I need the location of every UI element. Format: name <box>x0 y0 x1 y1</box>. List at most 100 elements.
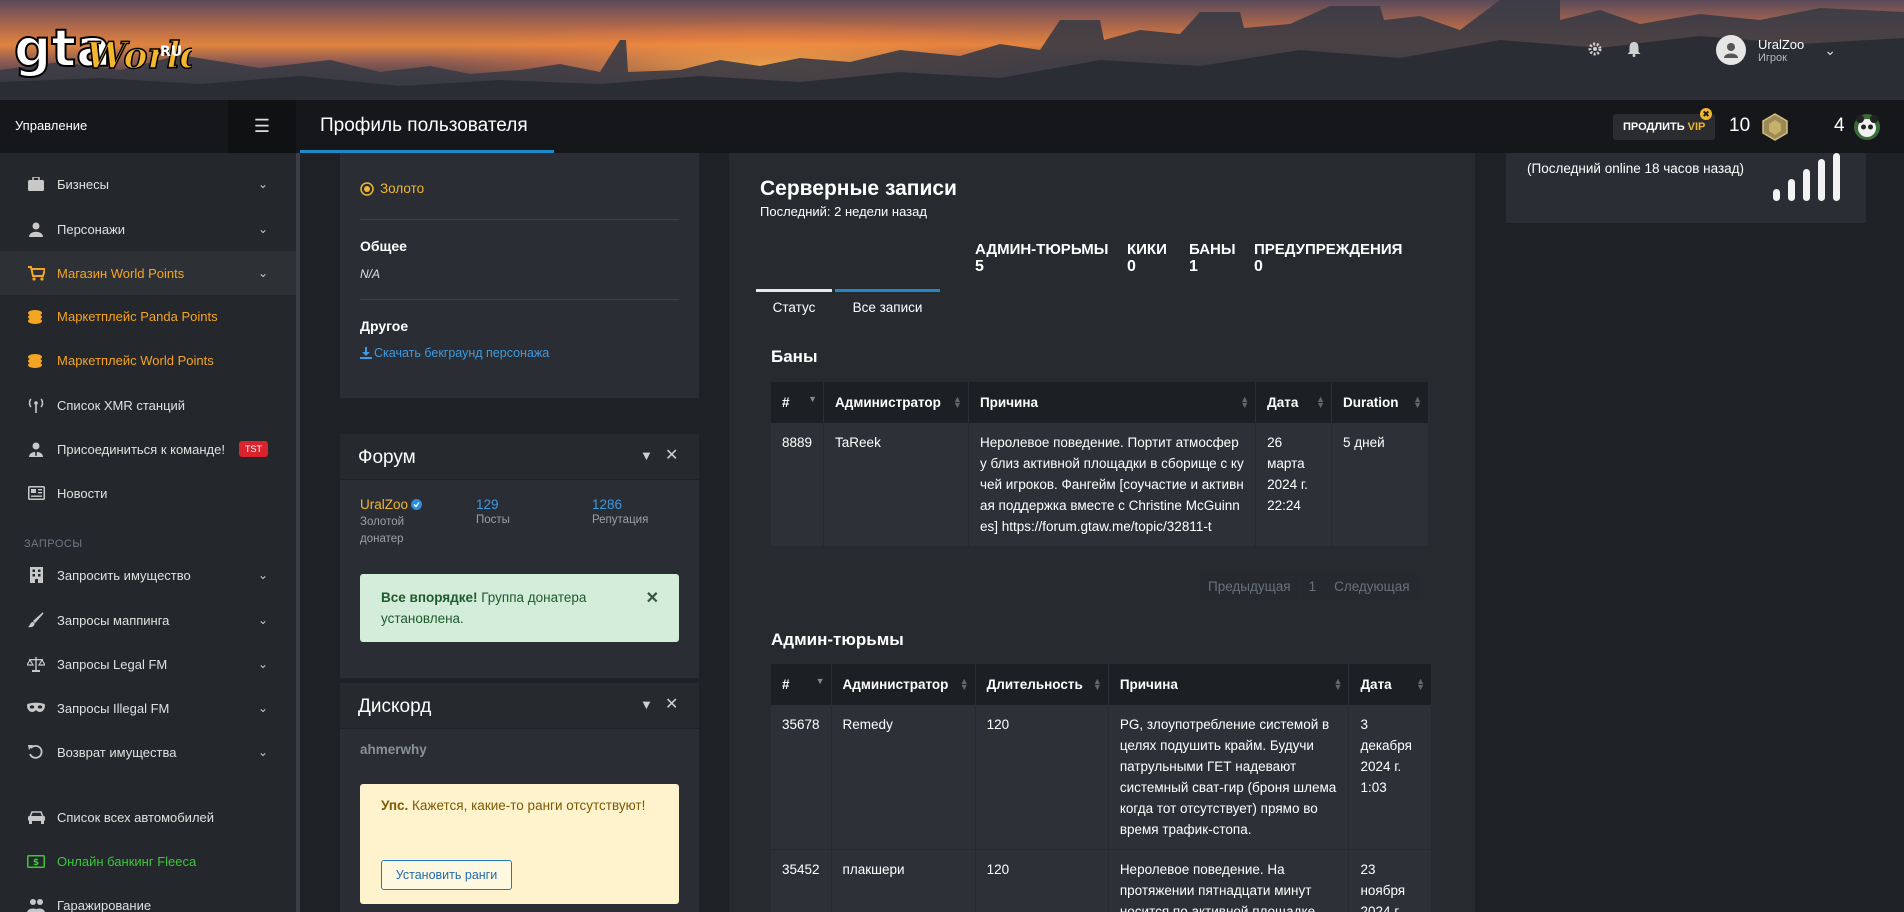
column-header[interactable]: Администратор ▲ ▼ <box>823 382 969 423</box>
chevron-down-icon: ⌄ <box>258 568 269 582</box>
column-header[interactable]: Дата ▲ ▼ <box>1255 382 1333 423</box>
column-header[interactable]: # ▼ <box>771 664 832 705</box>
forum-panel: Форум ▼ ✕ UralZoo Золотой донатер 129 По… <box>340 434 699 678</box>
sidebar-item-label: Присоединиться к команде! <box>57 441 225 457</box>
divider <box>360 219 679 220</box>
sort-icon: ▲ ▼ <box>1333 676 1343 692</box>
user-menu[interactable]: UralZoo Игрок ⌄ <box>1716 30 1836 70</box>
set-ranks-button[interactable]: Установить ранги <box>381 860 512 890</box>
money-icon: $ <box>24 854 48 868</box>
gear-icon[interactable] <box>1584 38 1606 60</box>
sidebar-item-join-team[interactable]: Присоединиться к команде! TST <box>0 427 296 471</box>
count-value: 0 <box>1127 258 1136 275</box>
sidebar-item-characters[interactable]: Персонажи ⌄ <box>0 207 296 251</box>
scale-icon <box>24 656 48 672</box>
sort-icon: ▲ ▼ <box>1316 394 1326 410</box>
column-header[interactable]: Duration ▲ ▼ <box>1331 382 1429 423</box>
rank-medal-icon <box>1762 113 1788 141</box>
table-cell: PG, злоупотребление системой в целях под… <box>1108 705 1350 850</box>
svg-text:RU: RU <box>160 44 182 60</box>
building-icon <box>24 567 48 583</box>
sidebar-item-fleeca-banking[interactable]: $ Онлайн банкинг Fleeca <box>0 839 296 883</box>
sidebar-item-businesses[interactable]: Бизнесы ⌄ <box>0 162 296 206</box>
user-role: Игрок <box>1758 51 1787 64</box>
sidebar-item-legal-fm[interactable]: Запросы Legal FM ⌄ <box>0 642 296 686</box>
success-alert: Все впорядке! Группа донатера установлен… <box>360 574 679 642</box>
close-icon[interactable]: ✕ <box>665 694 678 714</box>
extend-vip-button[interactable]: ПРОДЛИТЬ VIP <box>1613 114 1716 140</box>
sidebar-item-panda-marketplace[interactable]: Маркетплейс Panda Points <box>0 294 296 338</box>
next-page-button[interactable]: Следующая <box>1326 573 1418 600</box>
forum-rep-value: 1286 <box>592 497 623 512</box>
column-header[interactable]: Причина ▲ ▼ <box>1108 664 1350 705</box>
undo-icon <box>24 744 48 760</box>
hamburger-menu-icon[interactable]: ☰ <box>228 100 296 153</box>
user-name: UralZoo <box>1758 36 1805 52</box>
coins-icon <box>24 353 48 368</box>
table-cell: 23 ноября 2024 г. <box>1348 849 1432 912</box>
download-icon <box>360 347 372 359</box>
user-icon <box>24 222 48 237</box>
sidebar-item-illegal-fm[interactable]: Запросы Illegal FM ⌄ <box>0 686 296 730</box>
table-row: 35452 плакшери 120 Неролевое поведение. … <box>771 849 1432 912</box>
count-label: ПРЕДУПРЕЖДЕНИЯ <box>1254 241 1403 258</box>
table-header-row: # ▼ Администратор ▲ ▼ Длительность ▲ ▼ Причин… <box>771 664 1432 705</box>
gta-world-logo[interactable]: gta World RU <box>12 16 192 82</box>
collapse-caret-icon[interactable]: ▼ <box>640 448 653 463</box>
close-icon[interactable]: ✕ <box>665 445 678 465</box>
tst-badge: TST <box>238 441 268 457</box>
sidebar-item-mapping-requests[interactable]: Запросы маппинга ⌄ <box>0 598 296 642</box>
table-cell: 26 марта 2024 г. 22:24 <box>1255 423 1333 547</box>
column-header[interactable]: Длительность ▲ ▼ <box>975 664 1109 705</box>
sidebar-item-all-vehicles[interactable]: Список всех автомобилей <box>0 795 296 839</box>
sidebar-item-label: Запросить имущество <box>57 567 191 583</box>
previous-page-button[interactable]: Предыдущая <box>1200 573 1299 600</box>
sort-icon: ▲ ▼ <box>1413 394 1422 410</box>
sidebar-item-label: Гаражирование <box>57 897 152 912</box>
forum-user-block: UralZoo Золотой донатер <box>360 497 450 548</box>
sidebar-scrollbar[interactable] <box>296 153 300 912</box>
sidebar-item-world-marketplace[interactable]: Маркетплейс World Points <box>0 338 296 382</box>
table-cell: 35678 <box>771 705 832 850</box>
briefcase-icon <box>24 177 48 191</box>
forum-posts: 129 Посты <box>476 497 510 526</box>
sidebar-item-xmr-stations[interactable]: Список XMR станций <box>0 383 296 427</box>
forum-username[interactable]: UralZoo <box>360 497 408 512</box>
panda-icon <box>1854 114 1880 140</box>
column-header[interactable]: Дата ▲ ▼ <box>1348 664 1432 705</box>
other-label: Другое <box>360 318 409 334</box>
tab-all-records[interactable]: Все записи <box>835 289 940 322</box>
sidebar-item-property-return[interactable]: Возврат имущества ⌄ <box>0 730 296 774</box>
table-cell: Неролевое поведение. На протяжении пятна… <box>1108 849 1350 912</box>
page-number-button[interactable]: 1 <box>1300 573 1325 600</box>
column-header[interactable]: Причина ▲ ▼ <box>968 382 1257 423</box>
chevron-down-icon: ⌄ <box>258 266 269 280</box>
forum-posts-value: 129 <box>476 497 499 512</box>
vip-badge: ✖ <box>1700 108 1712 120</box>
count-label: КИКИ <box>1127 241 1167 258</box>
count-admin-jails: АДМИН-ТЮРЬМЫ 5 <box>975 241 1108 276</box>
table-row: 8889 TaReek Неролевое поведение. Портит … <box>771 423 1429 547</box>
sidebar-item-world-points-shop[interactable]: Магазин World Points ⌄ <box>0 251 296 295</box>
sidebar-item-news[interactable]: Новости <box>0 471 296 515</box>
count-label: БАНЫ <box>1189 241 1236 258</box>
bell-icon[interactable] <box>1623 38 1645 60</box>
download-background-link[interactable]: Скачать бекграунд персонажа <box>360 346 549 360</box>
column-header[interactable]: Администратор ▲ ▼ <box>831 664 976 705</box>
signal-strength-icon <box>1773 153 1840 201</box>
sidebar-item-request-property[interactable]: Запросить имущество ⌄ <box>0 553 296 597</box>
close-icon[interactable]: ✕ <box>646 588 659 609</box>
download-link-text: Скачать бекграунд персонажа <box>374 346 550 360</box>
column-header[interactable]: # ▼ <box>771 382 825 423</box>
rank-count: 10 <box>1729 115 1751 136</box>
chevron-down-icon: ⌄ <box>258 613 269 627</box>
profile-details-panel: Золото Общее N/A Другое Скачать бекграун… <box>340 153 699 398</box>
vip-prefix: ПРОДЛИТЬ <box>1623 121 1685 133</box>
users-icon <box>24 898 48 912</box>
sidebar-item-label: Запросы Legal FM <box>57 656 168 672</box>
gold-badge-icon <box>360 181 374 196</box>
chevron-down-icon: ⌄ <box>258 701 269 715</box>
collapse-caret-icon[interactable]: ▼ <box>640 697 653 712</box>
tab-status[interactable]: Статус <box>756 289 832 322</box>
sidebar-item-garage[interactable]: Гаражирование <box>0 883 296 912</box>
